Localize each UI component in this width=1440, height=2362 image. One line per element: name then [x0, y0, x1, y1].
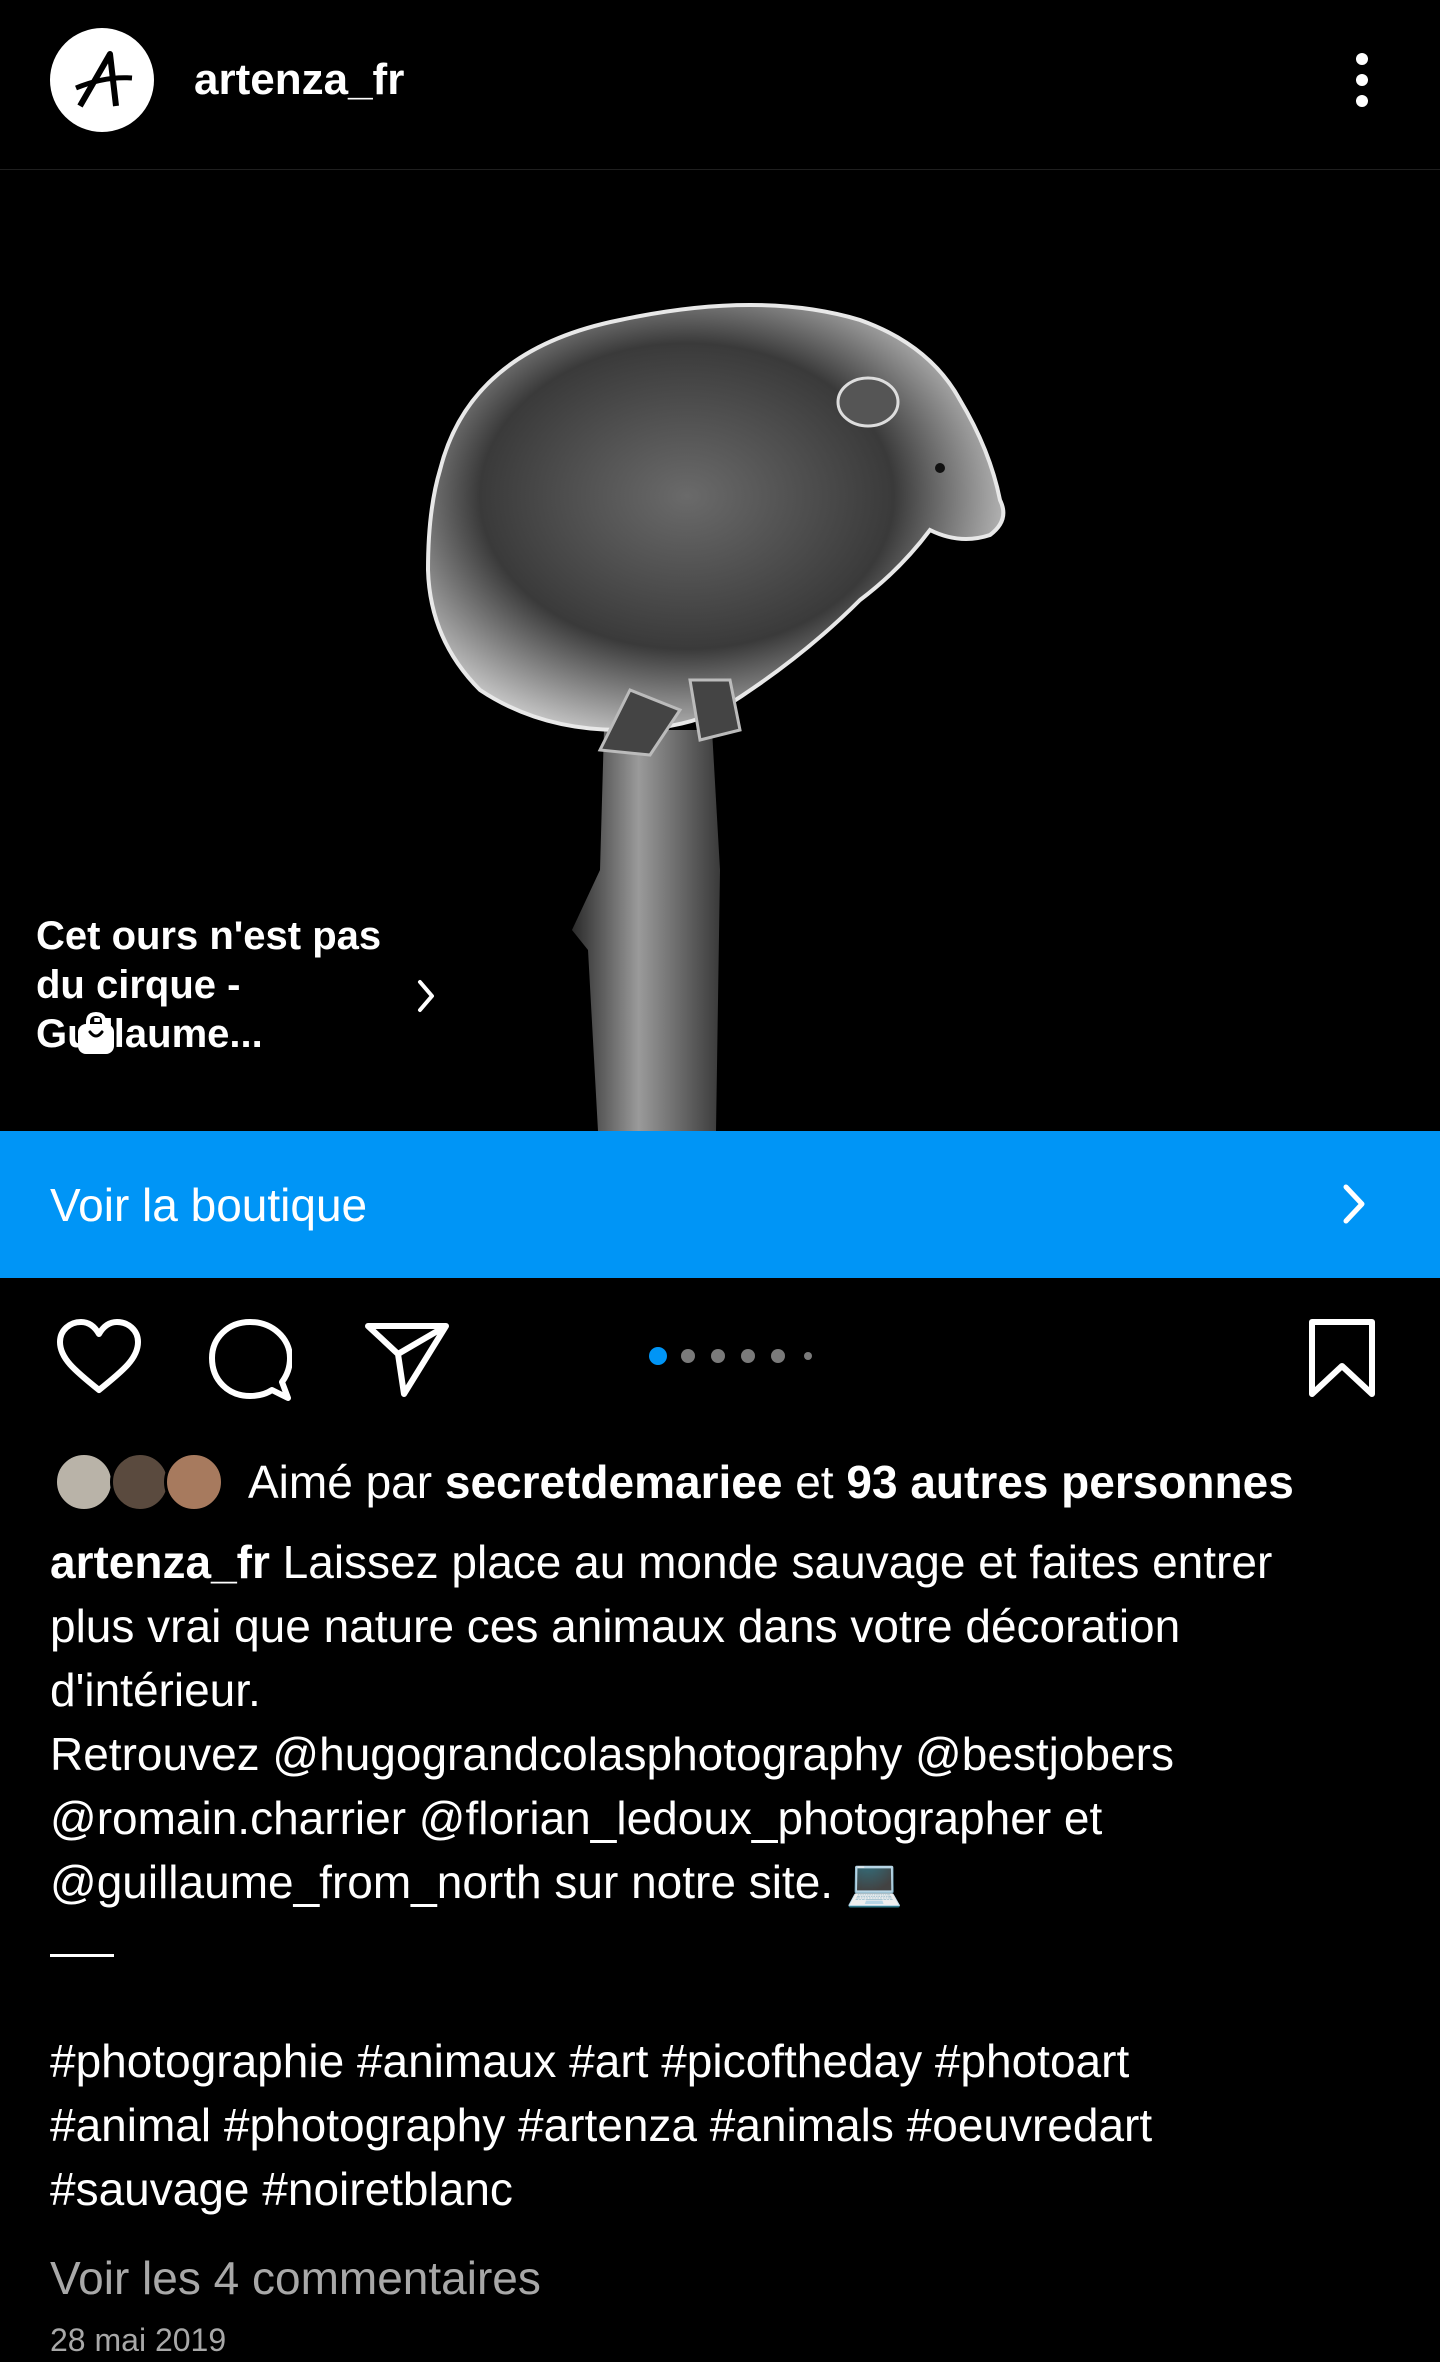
share-icon[interactable]	[364, 1318, 450, 1398]
profile-avatar[interactable]	[50, 28, 154, 132]
chevron-right-icon	[1343, 1184, 1365, 1224]
logo-a-icon	[75, 51, 133, 108]
comment-icon[interactable]	[208, 1318, 292, 1402]
hashtag-line[interactable]: #photographie #animaux #art #picoftheday…	[50, 2029, 1410, 2093]
liker-avatar	[164, 1452, 224, 1512]
more-vertical-icon[interactable]	[1340, 45, 1384, 115]
likes-others[interactable]: 93 autres personnes	[846, 1456, 1293, 1508]
view-shop-button[interactable]: Voir la boutique	[0, 1131, 1440, 1278]
caption-line: @guillaume_from_north sur notre site. 💻	[50, 1856, 904, 1908]
caption-line: artenza_fr Laissez place au monde sauvag…	[50, 1530, 1410, 1594]
likes-text: Aimé par secretdemariee et 93 autres per…	[248, 1452, 1294, 1512]
likes-middle: et	[782, 1456, 847, 1508]
caption-line: Retrouvez @hugograndcolasphotography @be…	[50, 1728, 1174, 1780]
hashtags: #photographie #animaux #art #picoftheday…	[50, 2029, 1410, 2221]
caption-text: Laissez place au monde sauvage et faites…	[269, 1536, 1273, 1588]
likes-user[interactable]: secretdemariee	[445, 1456, 783, 1508]
likes-row[interactable]: Aimé par secretdemariee et 93 autres per…	[0, 1440, 1440, 1520]
carousel-indicator	[649, 1347, 812, 1365]
liker-avatar	[110, 1452, 170, 1512]
chevron-right-icon[interactable]	[412, 976, 440, 1016]
caption-divider	[50, 1954, 114, 1957]
likes-prefix: Aimé par	[248, 1456, 445, 1508]
username[interactable]: artenza_fr	[194, 50, 404, 110]
view-comments-link[interactable]: Voir les 4 commentaires	[50, 2247, 541, 2309]
caption-line: plus vrai que nature ces animaux dans vo…	[50, 1600, 1181, 1652]
post-image[interactable]: Cet ours n'est pas du cirque - Guillaume…	[0, 170, 1440, 1131]
hashtag-line[interactable]: #animal #photography #artenza #animals #…	[50, 2093, 1410, 2157]
liker-avatar	[54, 1452, 114, 1512]
caption-author[interactable]: artenza_fr	[50, 1536, 270, 1588]
caption-line: @romain.charrier @florian_ledoux_photogr…	[50, 1792, 1103, 1844]
action-bar	[0, 1278, 1440, 1428]
shop-label: Voir la boutique	[50, 1179, 368, 1231]
caption: artenza_fr Laissez place au monde sauvag…	[50, 1530, 1410, 2221]
caption-line: d'intérieur.	[50, 1664, 261, 1716]
hashtag-line[interactable]: #sauvage #noiretblanc	[50, 2157, 1410, 2221]
shopping-bag-icon[interactable]	[76, 1012, 116, 1056]
heart-icon[interactable]	[54, 1318, 144, 1398]
post-date: 28 mai 2019	[50, 2322, 227, 2358]
bookmark-icon[interactable]	[1306, 1318, 1378, 1400]
post-header: artenza_fr	[0, 0, 1440, 170]
